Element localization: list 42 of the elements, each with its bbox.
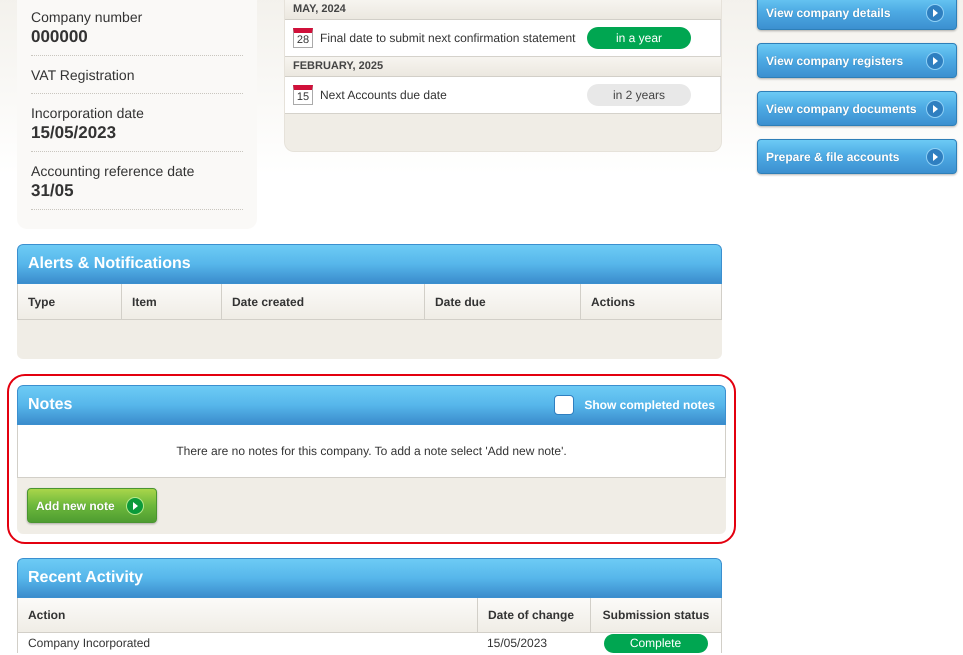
due-badge: in 2 years <box>587 84 691 106</box>
arrow-circle-icon <box>926 100 944 118</box>
action-button[interactable]: View company documents <box>757 91 957 126</box>
field-label: VAT Registration <box>31 66 136 85</box>
calendar-icon: 28 <box>293 28 313 48</box>
field-label: Company number <box>31 8 144 27</box>
column-header: Item <box>121 284 221 319</box>
column-header: Type <box>27 294 56 310</box>
field-value: 000000 <box>31 27 89 47</box>
calendar-icon: 15 <box>293 85 313 105</box>
month-header: MAY, 2024 <box>285 0 721 20</box>
column-header: Date created <box>221 284 424 319</box>
field-label: Accounting reference date <box>31 162 196 181</box>
action-button[interactable]: View company registers <box>757 43 957 78</box>
column-header: Submission status <box>590 598 721 632</box>
empty-message: There are no notes for this company. To add a note select 'Add new note'. <box>176 444 567 458</box>
panel-title: Notes <box>28 396 72 414</box>
arrow-circle-icon <box>926 52 944 70</box>
checkbox-label: Show completed notes <box>584 398 715 412</box>
column-header: Date due <box>424 284 580 319</box>
add-note-button[interactable]: Add new note <box>27 488 157 523</box>
panel-title: Alerts & Notifications <box>17 244 722 284</box>
arrow-circle-icon <box>926 148 944 166</box>
deadline-text: Next Accounts due date <box>320 88 448 102</box>
action-button[interactable]: Prepare & file accounts <box>757 139 957 174</box>
table-cell-text: Company Incorporated <box>27 635 152 652</box>
column-header: Actions <box>580 284 721 319</box>
action-button[interactable]: View company details <box>757 0 957 30</box>
table-cell-text: 15/05/2023 <box>486 635 548 652</box>
field-value: 31/05 <box>31 181 75 201</box>
arrow-circle-icon <box>926 4 944 22</box>
status-badge: Complete <box>604 634 708 652</box>
checkbox[interactable] <box>554 395 574 415</box>
due-badge: in a year <box>587 27 691 49</box>
field-label: Incorporation date <box>31 104 145 123</box>
arrow-circle-icon <box>126 496 144 514</box>
panel-title: Recent Activity <box>17 558 722 598</box>
deadline-text: Final date to submit next confirmation statement <box>320 31 576 45</box>
column-header: Date of change <box>477 598 590 632</box>
column-header: Action <box>27 607 66 624</box>
month-header: FEBRUARY, 2025 <box>285 57 721 77</box>
field-value: 15/05/2023 <box>31 123 118 143</box>
